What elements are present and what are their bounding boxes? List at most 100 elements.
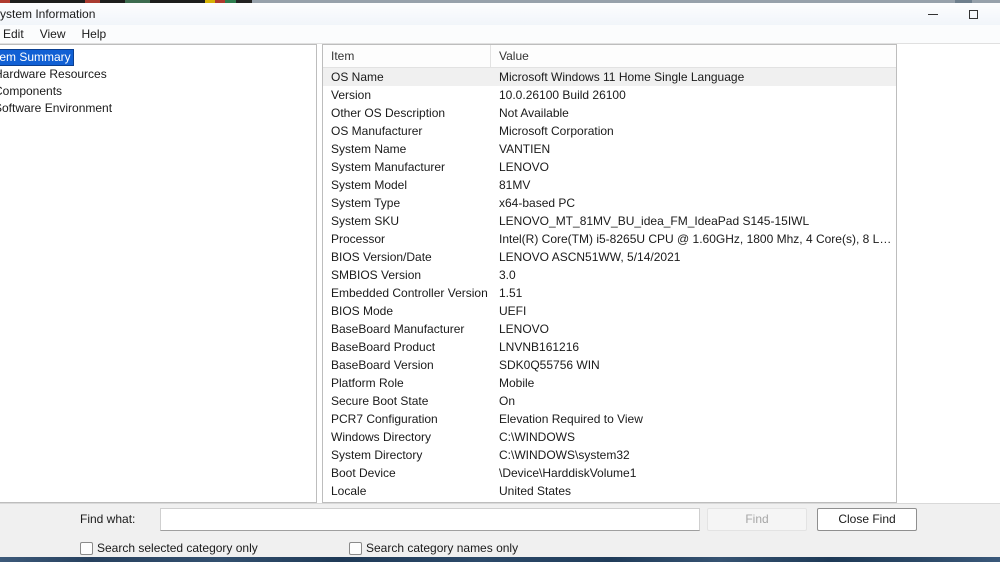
value-cell: C:\WINDOWS\system32 [491,446,896,464]
value-cell: 3.0 [491,266,896,284]
table-row[interactable]: System Model81MV [323,176,896,194]
item-cell: Secure Boot State [323,392,491,410]
search-selected-category-checkbox[interactable] [80,542,93,555]
table-row[interactable]: Windows DirectoryC:\WINDOWS [323,428,896,446]
background-bottom-strip [0,557,1000,562]
table-row[interactable]: BaseBoard VersionSDK0Q55756 WIN [323,356,896,374]
column-header-item[interactable]: Item [323,45,491,67]
find-input[interactable] [160,508,700,531]
value-cell: LENOVO_MT_81MV_BU_idea_FM_IdeaPad S145-1… [491,212,896,230]
title-bar[interactable]: System Information [0,3,1000,25]
table-row[interactable]: ProcessorIntel(R) Core(TM) i5-8265U CPU … [323,230,896,248]
item-cell: Embedded Controller Version [323,284,491,302]
item-cell: System Directory [323,446,491,464]
search-selected-category-option[interactable]: Search selected category only [80,541,258,555]
tree-item-software-environment[interactable]: Software Environment [0,101,316,118]
value-cell: C:\WINDOWS [491,428,896,446]
item-cell: BaseBoard Product [323,338,491,356]
tree-item-label: Software Environment [0,101,114,116]
table-row[interactable]: Boot Device\Device\HarddiskVolume1 [323,464,896,482]
item-cell: BaseBoard Version [323,356,491,374]
menu-edit[interactable]: Edit [0,25,32,43]
value-cell: LENOVO [491,320,896,338]
item-cell: SMBIOS Version [323,266,491,284]
tree-item-label: Hardware Resources [0,67,109,82]
table-row[interactable]: Embedded Controller Version1.51 [323,284,896,302]
item-cell: Locale [323,482,491,500]
table-row[interactable]: Platform RoleMobile [323,374,896,392]
close-find-button[interactable]: Close Find [817,508,917,531]
list-body: OS NameMicrosoft Windows 11 Home Single … [323,68,896,500]
value-cell: SDK0Q55756 WIN [491,356,896,374]
item-cell: PCR7 Configuration [323,410,491,428]
item-cell: OS Manufacturer [323,122,491,140]
item-cell: BIOS Mode [323,302,491,320]
tree-item-label: Components [0,84,64,99]
item-cell: BIOS Version/Date [323,248,491,266]
table-row[interactable]: OS NameMicrosoft Windows 11 Home Single … [323,68,896,86]
column-header-value[interactable]: Value [491,45,896,67]
minimize-icon [928,14,938,15]
table-row[interactable]: OS ManufacturerMicrosoft Corporation [323,122,896,140]
value-cell: United States [491,482,896,500]
table-row[interactable]: Secure Boot StateOn [323,392,896,410]
value-cell: Mobile [491,374,896,392]
item-cell: Platform Role [323,374,491,392]
menu-view[interactable]: View [32,25,74,43]
menu-bar: Edit View Help [0,25,1000,43]
value-cell: LENOVO [491,158,896,176]
table-row[interactable]: BIOS Version/DateLENOVO ASCN51WW, 5/14/2… [323,248,896,266]
tree-item-components[interactable]: Components [0,84,316,101]
value-cell: 81MV [491,176,896,194]
table-row[interactable]: BaseBoard ManufacturerLENOVO [323,320,896,338]
minimize-button[interactable] [913,3,953,25]
find-button[interactable]: Find [707,508,807,531]
table-row[interactable]: System NameVANTIEN [323,140,896,158]
value-cell: Not Available [491,104,896,122]
item-cell: System Name [323,140,491,158]
value-cell: LNVNB161216 [491,338,896,356]
tree-item-system-summary[interactable]: System Summary [0,50,316,67]
value-cell: LENOVO ASCN51WW, 5/14/2021 [491,248,896,266]
table-row[interactable]: System Typex64-based PC [323,194,896,212]
table-row[interactable]: System SKULENOVO_MT_81MV_BU_idea_FM_Idea… [323,212,896,230]
search-category-names-checkbox[interactable] [349,542,362,555]
system-information-window: System Information Edit View Help System… [0,0,1000,562]
tree-item-hardware-resources[interactable]: Hardware Resources [0,67,316,84]
value-cell: Intel(R) Core(TM) i5-8265U CPU @ 1.60GHz… [491,230,896,248]
table-row[interactable]: Other OS DescriptionNot Available [323,104,896,122]
menu-help[interactable]: Help [73,25,114,43]
window-title: System Information [0,7,95,21]
search-category-names-option[interactable]: Search category names only [349,541,518,555]
table-row[interactable]: System DirectoryC:\WINDOWS\system32 [323,446,896,464]
item-cell: BaseBoard Manufacturer [323,320,491,338]
item-cell: System Model [323,176,491,194]
table-row[interactable]: Version10.0.26100 Build 26100 [323,86,896,104]
table-row[interactable]: LocaleUnited States [323,482,896,500]
category-tree: System SummaryHardware Resources Componen… [0,45,316,118]
value-cell: On [491,392,896,410]
table-row[interactable]: BaseBoard ProductLNVNB161216 [323,338,896,356]
value-cell: UEFI [491,302,896,320]
value-cell: VANTIEN [491,140,896,158]
item-cell: System SKU [323,212,491,230]
value-cell: Microsoft Corporation [491,122,896,140]
item-cell: OS Name [323,68,491,86]
item-cell: System Manufacturer [323,158,491,176]
table-row[interactable]: BIOS ModeUEFI [323,302,896,320]
item-cell: Windows Directory [323,428,491,446]
maximize-button[interactable] [953,3,993,25]
value-cell: x64-based PC [491,194,896,212]
table-row[interactable]: PCR7 ConfigurationElevation Required to … [323,410,896,428]
table-row[interactable]: System ManufacturerLENOVO [323,158,896,176]
value-cell: Elevation Required to View [491,410,896,428]
maximize-icon [969,10,978,19]
search-selected-category-label: Search selected category only [97,541,258,555]
find-bar: Find what: Find Close Find Search select… [0,503,1000,557]
item-cell: Processor [323,230,491,248]
table-row[interactable]: SMBIOS Version3.0 [323,266,896,284]
value-cell: 1.51 [491,284,896,302]
find-what-label: Find what: [80,512,135,526]
list-header: Item Value [323,45,896,68]
detail-list-pane: Item Value OS NameMicrosoft Windows 11 H… [322,44,897,503]
